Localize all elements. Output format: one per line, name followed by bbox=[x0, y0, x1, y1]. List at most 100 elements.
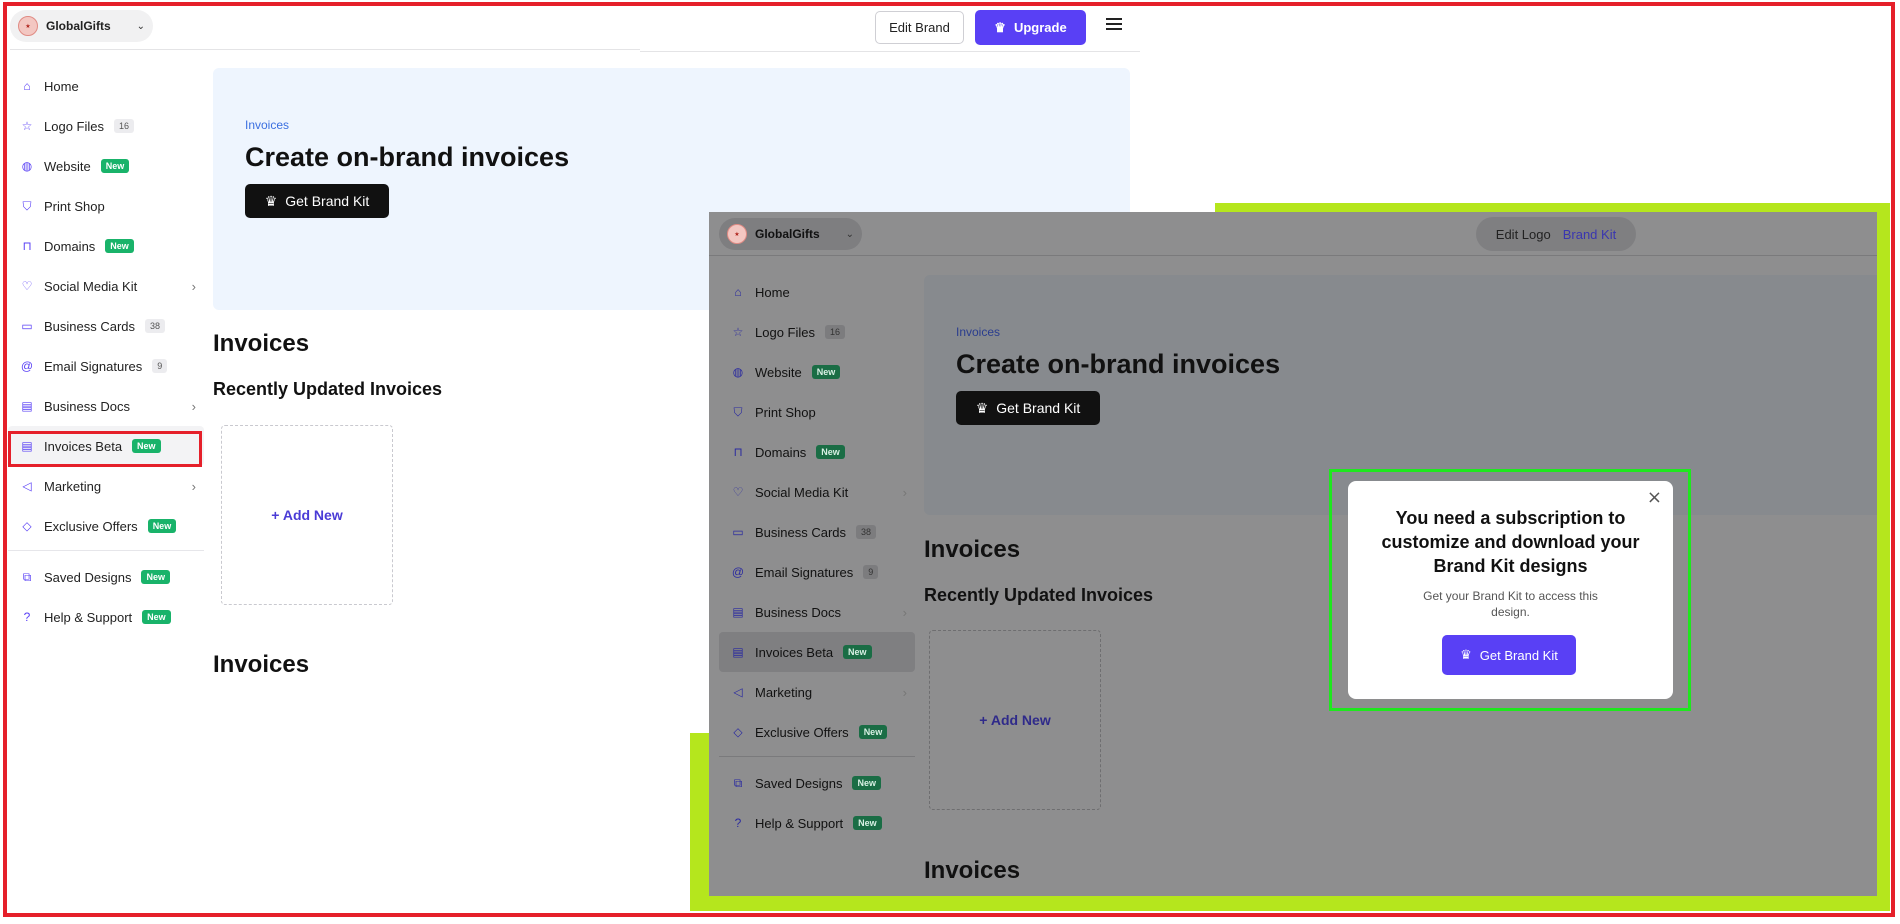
button-label: Get Brand Kit bbox=[285, 193, 370, 209]
workspace-name: GlobalGifts bbox=[46, 19, 111, 33]
sidebar-item-website[interactable]: ◍ Website New bbox=[8, 146, 204, 186]
saved-icon: ⧉ bbox=[22, 569, 32, 584]
menu-icon[interactable] bbox=[1106, 18, 1122, 31]
breadcrumb[interactable]: Invoices bbox=[245, 118, 289, 132]
saved-icon: ⧉ bbox=[733, 775, 743, 790]
button-label: Get Brand Kit bbox=[996, 400, 1081, 416]
sidebar-item-label: Email Signatures bbox=[755, 564, 854, 580]
home-icon: ⌂ bbox=[23, 79, 31, 93]
sidebar-item-logo-files[interactable]: ☆ Logo Files 16 bbox=[8, 106, 204, 146]
sidebar-item-label: Marketing bbox=[44, 478, 102, 494]
crown-icon: ♛ bbox=[994, 19, 1006, 35]
sidebar-item-label: Exclusive Offers bbox=[755, 724, 849, 740]
workspace-switcher[interactable]: ★ GlobalGifts ⌄ bbox=[10, 10, 153, 42]
tag-icon: ◇ bbox=[733, 725, 743, 739]
sidebar-item-label: Exclusive Offers bbox=[44, 518, 138, 534]
sidebar-item-email-signatures[interactable]: @ Email Signatures 9 bbox=[8, 346, 204, 386]
header-divider bbox=[10, 49, 640, 50]
breadcrumb: Invoices bbox=[956, 325, 1001, 339]
annotation-frame bbox=[1877, 203, 1890, 911]
sidebar-item-saved-designs[interactable]: ⧉ Saved Designs New bbox=[8, 557, 204, 597]
chevron-down-icon: ⌄ bbox=[845, 228, 854, 240]
sidebar-item-invoices-beta[interactable]: ▤ Invoices Beta New bbox=[8, 426, 204, 466]
sidebar-item-exclusive-offers: ◇ Exclusive Offers New bbox=[719, 712, 915, 752]
upgrade-label: Upgrade bbox=[1013, 20, 1067, 35]
globe-icon: ◍ bbox=[732, 365, 744, 379]
add-new-card[interactable]: + Add New bbox=[221, 425, 393, 605]
workspace-logo: ★ bbox=[18, 16, 38, 36]
shirt-icon: ⛉ bbox=[22, 198, 32, 213]
sidebar-item-business-cards: ▭ Business Cards 38 bbox=[719, 512, 915, 552]
sidebar-item-domains: ⊓ Domains New bbox=[719, 432, 915, 472]
new-badge: New bbox=[853, 816, 882, 830]
page-title: Create on-brand invoices bbox=[245, 142, 570, 172]
home-icon: ⌂ bbox=[734, 285, 742, 299]
sidebar-item-help-support: ? Help & Support New bbox=[719, 803, 915, 843]
crown-icon: ♛ bbox=[1460, 647, 1472, 662]
get-brand-kit-button: ♛ Get Brand Kit bbox=[956, 391, 1100, 425]
sidebar-item-business-docs[interactable]: ▤ Business Docs › bbox=[8, 386, 204, 426]
count-badge: 9 bbox=[863, 565, 879, 579]
modal-subtitle: Get your Brand Kit to access this design… bbox=[1423, 589, 1598, 619]
sidebar-divider bbox=[719, 756, 915, 757]
megaphone-icon: ◁ bbox=[733, 685, 743, 699]
crown-icon: ♛ bbox=[975, 399, 989, 416]
close-icon[interactable]: × bbox=[1647, 489, 1662, 507]
invoice-icon: ▤ bbox=[21, 439, 33, 453]
megaphone-icon: ◁ bbox=[22, 479, 32, 493]
sidebar-item-home[interactable]: ⌂ Home bbox=[8, 66, 204, 106]
sidebar-item-label: Business Cards bbox=[44, 318, 136, 334]
count-badge: 38 bbox=[856, 525, 877, 539]
sidebar-item-label: Invoices Beta bbox=[755, 644, 834, 660]
invoice-icon: ▤ bbox=[732, 645, 744, 659]
chevron-right-icon: › bbox=[902, 604, 907, 620]
heart-icon: ♡ bbox=[732, 485, 744, 499]
section-title: Invoices bbox=[924, 857, 1021, 884]
star-icon: ☆ bbox=[21, 119, 33, 133]
sidebar-item-social-media-kit[interactable]: ♡ Social Media Kit › bbox=[8, 266, 204, 306]
sidebar-item-help-support[interactable]: ? Help & Support New bbox=[8, 597, 204, 637]
modal-get-brand-kit-button[interactable]: ♛ Get Brand Kit bbox=[1442, 635, 1576, 675]
recent-title: Recently Updated Invoices bbox=[924, 585, 1154, 605]
sidebar-item-marketing: ◁ Marketing › bbox=[719, 672, 915, 712]
chevron-right-icon: › bbox=[191, 478, 196, 494]
new-badge: New bbox=[811, 365, 841, 379]
annotation-frame bbox=[690, 896, 1890, 911]
section-title: Invoices bbox=[924, 536, 1021, 563]
sidebar-item-domains[interactable]: ⊓ Domains New bbox=[8, 226, 204, 266]
sidebar-item-exclusive-offers[interactable]: ◇ Exclusive Offers New bbox=[8, 506, 204, 546]
modal-title: You need a subscription to customize and… bbox=[1381, 508, 1640, 576]
sidebar-item-marketing[interactable]: ◁ Marketing › bbox=[8, 466, 204, 506]
sidebar-item-label: Domains bbox=[755, 444, 807, 460]
sidebar-item-saved-designs: ⧉ Saved Designs New bbox=[719, 763, 915, 803]
sidebar-item-label: Business Cards bbox=[755, 524, 847, 540]
sidebar-item-email-signatures: @ Email Signatures 9 bbox=[719, 552, 915, 592]
section-title: Invoices bbox=[213, 651, 310, 678]
help-icon: ? bbox=[23, 610, 31, 624]
chevron-right-icon: › bbox=[191, 278, 196, 294]
bookmark-icon: ⊓ bbox=[22, 239, 32, 253]
sidebar: ⌂ Home ☆ Logo Files 16 ◍ Website New ⛉ Print S… bbox=[8, 66, 204, 637]
sidebar-item-business-cards[interactable]: ▭ Business Cards 38 bbox=[8, 306, 204, 346]
recent-title: Recently Updated Invoices bbox=[213, 379, 443, 399]
sidebar-item-print-shop[interactable]: ⛉ Print Shop bbox=[8, 186, 204, 226]
sidebar-item-label: Home bbox=[755, 284, 790, 300]
chevron-right-icon: › bbox=[191, 398, 196, 414]
sidebar-item-business-docs: ▤ Business Docs › bbox=[719, 592, 915, 632]
workspace-name: GlobalGifts bbox=[755, 227, 820, 241]
edit-brand-button[interactable]: Edit Brand bbox=[875, 11, 964, 44]
section-title: Invoices bbox=[213, 330, 310, 357]
new-badge: New bbox=[100, 159, 130, 173]
sidebar-item-label: Website bbox=[755, 364, 802, 380]
bookmark-icon: ⊓ bbox=[733, 445, 743, 459]
sidebar-item-label: Social Media Kit bbox=[44, 278, 138, 294]
sidebar-item-label: Marketing bbox=[755, 684, 813, 700]
sidebar-item-label: Print Shop bbox=[44, 198, 105, 214]
count-badge: 9 bbox=[152, 359, 168, 373]
workspace-switcher: ★ GlobalGifts ⌄ bbox=[719, 218, 862, 250]
new-badge: New bbox=[142, 610, 171, 624]
get-brand-kit-button[interactable]: ♛ Get Brand Kit bbox=[245, 184, 389, 218]
upgrade-button[interactable]: ♛ Upgrade bbox=[975, 10, 1086, 45]
sidebar-item-label: Business Docs bbox=[44, 398, 130, 414]
sidebar-item-label: Print Shop bbox=[755, 404, 816, 420]
